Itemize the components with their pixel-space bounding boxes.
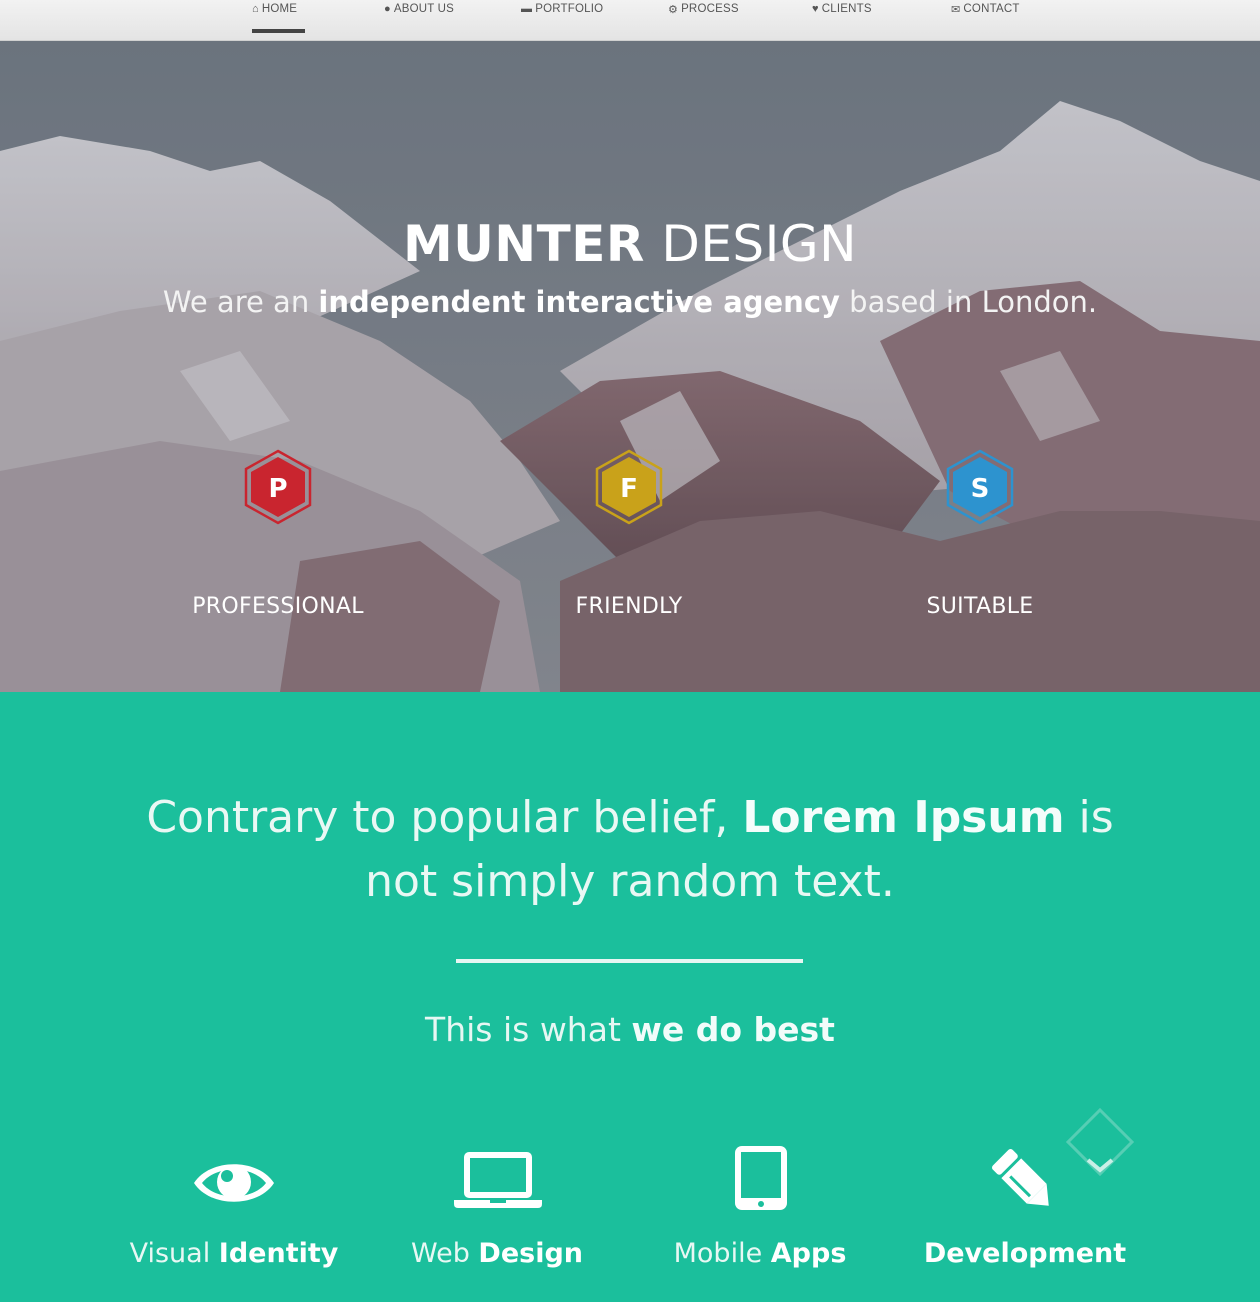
- tablet-icon: [735, 1146, 787, 1210]
- badge-p-letter: P: [268, 474, 287, 504]
- envelope-icon: ✉: [951, 4, 961, 16]
- intro-tagline: Contrary to popular belief, Lorem Ipsum …: [120, 786, 1140, 914]
- nav-item-process[interactable]: ⚙ PROCESS: [668, 0, 739, 41]
- nav-item-label: CONTACT: [963, 3, 1020, 15]
- hero-subtitle: We are an independent interactive agency…: [0, 285, 1260, 319]
- badge-label-friendly: FRIENDLY: [575, 594, 683, 619]
- hero-subtitle-post: based in London.: [839, 285, 1098, 319]
- nav-item-label: PORTFOLIO: [535, 3, 604, 15]
- service-bold: Design: [478, 1238, 584, 1269]
- hero-subtitle-bold: independent interactive agency: [318, 285, 840, 319]
- home-icon: ⌂: [252, 3, 259, 15]
- service-bold: Development: [923, 1238, 1127, 1269]
- service-mobile-apps: Mobile Apps: [630, 1238, 890, 1269]
- service-bold: Identity: [218, 1238, 339, 1269]
- eye-icon: [194, 1164, 274, 1202]
- nav-item-about[interactable]: ● ABOUT US: [384, 0, 454, 41]
- hexagon-f-icon: F: [595, 449, 663, 525]
- badge-label-professional: PROFESSIONAL: [192, 594, 364, 619]
- badge-s-letter: S: [971, 474, 990, 504]
- hero-title-light: DESIGN: [644, 215, 858, 273]
- top-nav: ⌂ HOME ● ABOUT US ▬ PORTFOLIO ⚙ PROCESS …: [0, 0, 1260, 41]
- hero-subtitle-pre: We are an: [162, 285, 319, 319]
- hexagon-p-icon: P: [244, 449, 312, 525]
- scroll-down-button[interactable]: [1066, 1108, 1134, 1178]
- nav-item-home[interactable]: ⌂ HOME: [252, 0, 306, 41]
- hexagon-s-icon: S: [946, 449, 1014, 525]
- nav-item-label: PROCESS: [681, 3, 739, 15]
- nav-item-label: HOME: [261, 3, 298, 15]
- briefcase-icon: ▬: [521, 3, 533, 15]
- service-bold: Apps: [770, 1238, 847, 1269]
- badge-f-letter: F: [620, 474, 638, 504]
- service-visual-identity: Visual Identity: [104, 1238, 364, 1269]
- heart-icon: ♥: [812, 3, 819, 15]
- nav-item-contact[interactable]: ✉ CONTACT: [951, 0, 1020, 41]
- hero-section: MUNTER DESIGN We are an independent inte…: [0, 41, 1260, 692]
- badge-label-suitable: SUITABLE: [926, 594, 1034, 619]
- service-development: Development: [895, 1238, 1155, 1269]
- service-web-design: Web Design: [367, 1238, 627, 1269]
- services-heading-pre: This is what: [425, 1010, 632, 1049]
- intro-pre: Contrary to popular belief,: [146, 792, 743, 843]
- nav-item-label: CLIENTS: [821, 3, 872, 15]
- pencil-icon: [992, 1149, 1049, 1206]
- laptop-icon: [454, 1152, 542, 1208]
- intro-bold: Lorem Ipsum: [742, 792, 1065, 843]
- services-heading: This is what we do best: [0, 1010, 1260, 1049]
- gears-icon: ⚙: [668, 4, 679, 16]
- hero-title: MUNTER DESIGN: [0, 215, 1260, 273]
- service-light: Visual: [129, 1238, 219, 1269]
- service-light: Mobile: [673, 1238, 771, 1269]
- section-divider: [456, 959, 803, 963]
- user-icon: ●: [384, 3, 391, 15]
- nav-item-label: ABOUT US: [393, 3, 455, 15]
- hero-title-bold: MUNTER: [402, 215, 645, 273]
- services-heading-bold: we do best: [631, 1010, 835, 1049]
- nav-item-clients[interactable]: ♥ CLIENTS: [812, 0, 872, 41]
- service-light: Web: [410, 1238, 479, 1269]
- nav-item-portfolio[interactable]: ▬ PORTFOLIO: [521, 0, 603, 41]
